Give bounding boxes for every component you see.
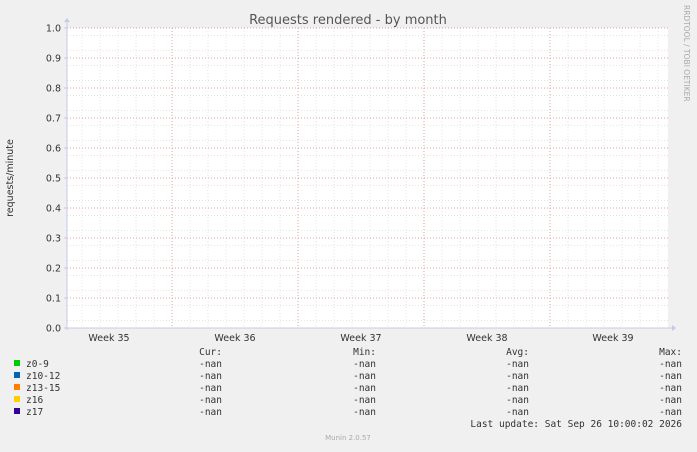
legend-value: -nan <box>353 359 376 370</box>
legend-swatch <box>14 360 20 366</box>
legend-series-name: z10-12 <box>26 371 60 382</box>
legend-value: -nan <box>659 359 682 370</box>
chart-title: Requests rendered - by month <box>249 13 447 28</box>
munin-graph: Requests rendered - by month requests/mi… <box>0 0 697 448</box>
y-tick-label: 0.2 <box>46 264 61 275</box>
legend-value: -nan <box>353 407 376 418</box>
legend-value: -nan <box>199 359 222 370</box>
y-tick-label: 0.7 <box>46 114 61 125</box>
legend-value: -nan <box>199 371 222 382</box>
legend-swatch <box>14 372 20 378</box>
legend-value: -nan <box>506 383 529 394</box>
legend: Cur: Min: Avg: Max:z0-9 -nan -nan -nan -nanz10-… <box>14 347 682 418</box>
legend-header: Cur: <box>199 347 222 358</box>
legend-swatch <box>14 408 20 414</box>
legend-value: -nan <box>199 395 222 406</box>
legend-header: Avg: <box>506 347 529 358</box>
y-axis-arrow <box>64 18 70 22</box>
legend-series-name: z0-9 <box>26 359 49 370</box>
y-tick-label: 0.1 <box>46 294 61 305</box>
legend-series-name: z17 <box>26 407 43 418</box>
legend-value: -nan <box>199 383 222 394</box>
legend-series-name: z16 <box>26 395 43 406</box>
y-tick-label: 0.8 <box>46 84 61 95</box>
y-tick-label: 0.4 <box>46 204 61 215</box>
legend-value: -nan <box>506 359 529 370</box>
x-axis-arrow <box>672 325 676 331</box>
last-update: Last update: Sat Sep 26 10:00:02 2026 <box>470 419 682 430</box>
y-tick-label: 0.3 <box>46 234 61 245</box>
chart-svg: Requests rendered - by month requests/mi… <box>5 5 691 442</box>
legend-value: -nan <box>659 407 682 418</box>
legend-value: -nan <box>659 371 682 382</box>
legend-header: Max: <box>659 347 682 358</box>
legend-value: -nan <box>659 395 682 406</box>
legend-value: -nan <box>353 395 376 406</box>
legend-value: -nan <box>353 371 376 382</box>
plot-area: 0.0 0.1 0.2 0.3 0.4 0.5 0.6 0.7 0.8 0.9 1.0 Week 35… <box>46 18 676 344</box>
legend-swatch <box>14 384 20 390</box>
legend-value: -nan <box>199 407 222 418</box>
legend-value: -nan <box>353 383 376 394</box>
x-tick-label: Week 36 <box>214 333 255 344</box>
legend-swatch <box>14 396 20 402</box>
y-tick-label: 0.6 <box>46 144 61 155</box>
legend-value: -nan <box>659 383 682 394</box>
y-tick-label: 0.5 <box>46 174 61 185</box>
legend-series-name: z13-15 <box>26 383 60 394</box>
x-tick-label: Week 37 <box>340 333 381 344</box>
legend-header: Min: <box>353 347 376 358</box>
legend-value: -nan <box>506 395 529 406</box>
legend-value: -nan <box>506 371 529 382</box>
y-tick-label: 0.0 <box>46 324 61 335</box>
x-tick-label: Week 35 <box>88 333 129 344</box>
x-tick-label: Week 39 <box>592 333 633 344</box>
x-tick-label: Week 38 <box>466 333 507 344</box>
rrdtool-watermark: RRDTOOL / TOBI OETIKER <box>682 5 691 102</box>
y-axis-label: requests/minute <box>5 139 16 217</box>
y-tick-label: 1.0 <box>46 24 61 35</box>
y-tick-label: 0.9 <box>46 54 61 65</box>
legend-value: -nan <box>506 407 529 418</box>
munin-version: Munin 2.0.57 <box>325 434 371 442</box>
